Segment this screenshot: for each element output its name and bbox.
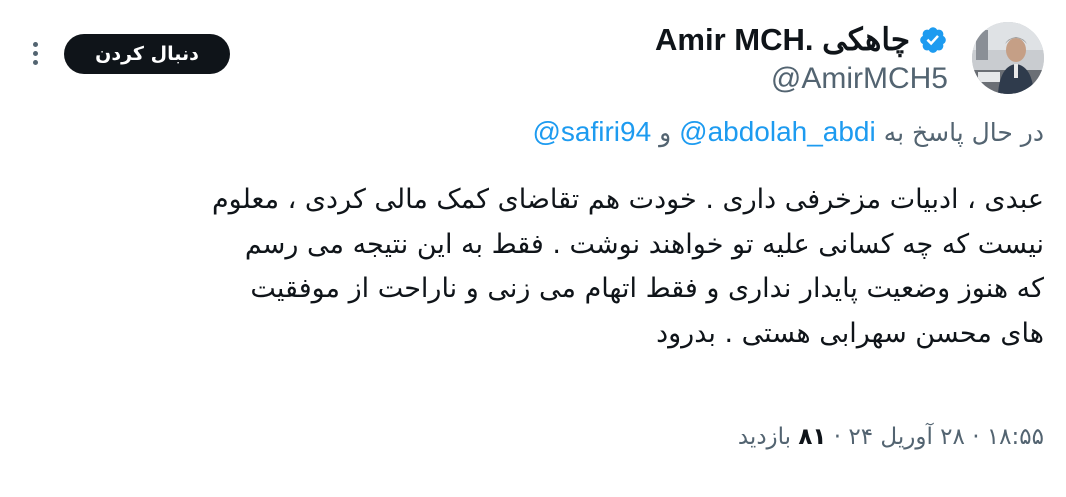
follow-button[interactable]: دنبال کردن (64, 34, 230, 74)
mention-abdolah-abdi[interactable]: @abdolah_abdi (679, 116, 876, 147)
tweet-text-line: نیست که چه کسانی علیه تو خواهند نوشت . ف… (244, 228, 1044, 260)
tweet-meta: ۱۸:۵۵ · ۲۸ آوریل ۲۴ · ۸۱ بازدید (738, 424, 1044, 450)
tweet-text-line: که هنوز وضعیت پایدار نداری و فقط اتهام م… (250, 273, 1044, 304)
tweet-card: Amir MCH. چاهکی @AmirMCH5 دنبال کردن در … (0, 0, 1066, 497)
tweet-text: عبدی ، ادبیات مزخرفی داری . خودت هم تقاض… (34, 178, 1044, 356)
tweet-time[interactable]: ۱۸:۵۵ (987, 424, 1044, 450)
tweet-text-line: های محسن سهرابی هستی . بدرود (656, 317, 1044, 349)
replying-joiner: و (659, 118, 672, 147)
author-name-row: Amir MCH. چاهکی (655, 22, 948, 58)
meta-separator: · (972, 424, 980, 450)
mention-safiri94[interactable]: @safiri94 (532, 116, 651, 147)
author-avatar[interactable] (972, 22, 1044, 94)
avatar-photo (972, 22, 1044, 94)
views-count: ۸۱ (798, 424, 827, 450)
tweet-text-line: عبدی ، ادبیات مزخرفی داری . خودت هم تقاض… (211, 184, 1044, 215)
tweet-date[interactable]: ۲۸ آوریل ۲۴ (848, 424, 964, 450)
more-horizontal-icon[interactable] (26, 40, 46, 68)
replying-to: در حال پاسخ به @abdolah_abdi و @safiri94 (532, 116, 1044, 148)
replying-prefix: در حال پاسخ به (883, 118, 1044, 147)
author-display-name[interactable]: Amir MCH. چاهکی (655, 22, 910, 58)
views-label: بازدید (737, 424, 792, 450)
meta-separator: · (833, 424, 842, 450)
author-handle[interactable]: @AmirMCH5 (771, 62, 948, 96)
verified-badge-icon (920, 27, 946, 53)
